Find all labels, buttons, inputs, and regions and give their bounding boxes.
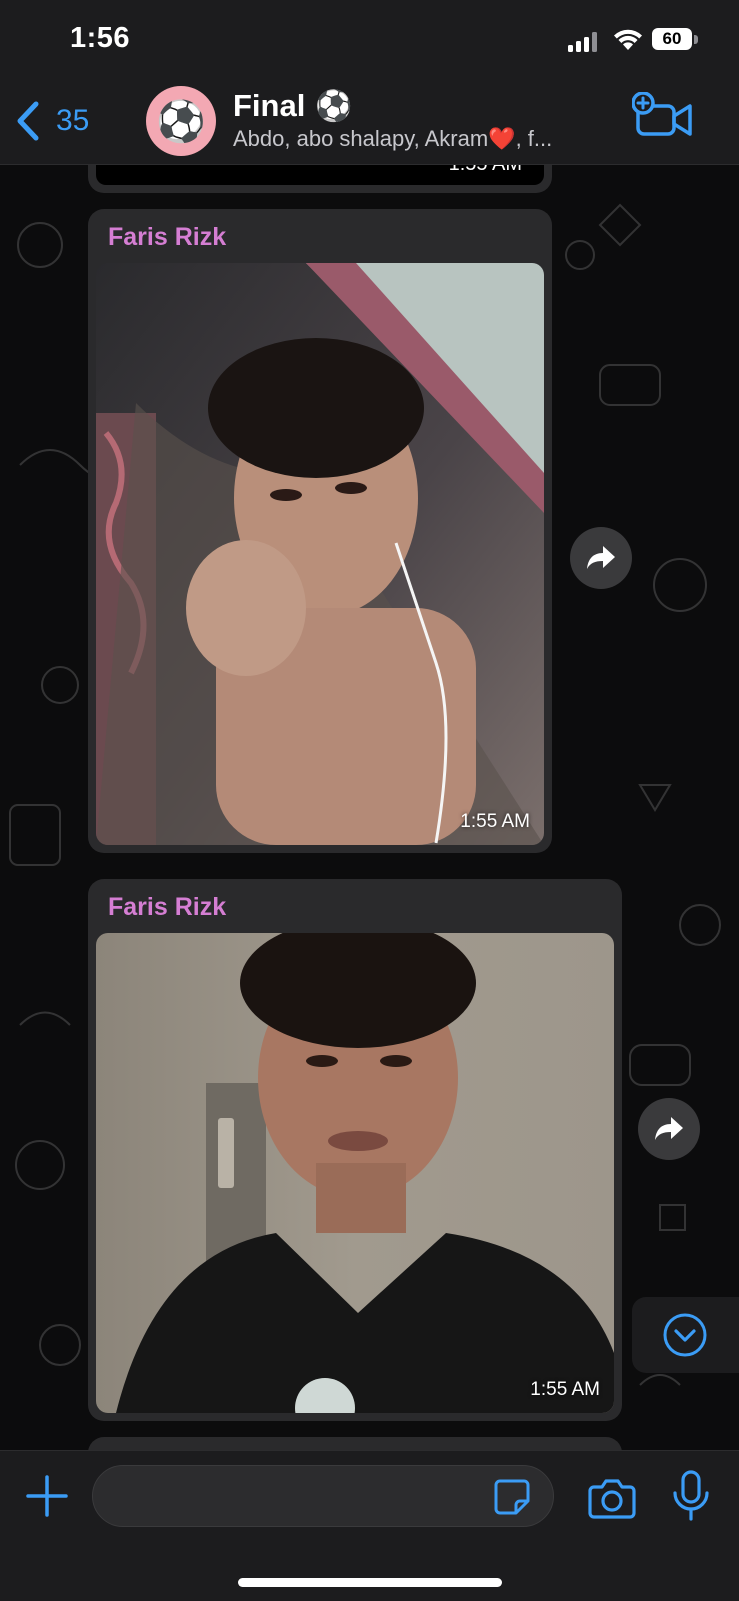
camera-icon[interactable] bbox=[588, 1475, 636, 1519]
status-bar: 1:56 60 bbox=[0, 0, 739, 78]
forward-arrow-icon bbox=[587, 546, 615, 569]
previous-photo: 1:55 AM bbox=[96, 165, 544, 185]
cellular-signal-icon bbox=[568, 32, 597, 52]
battery-level: 60 bbox=[652, 28, 692, 50]
message-bubble[interactable]: Faris Rizk 1:55 AM bbox=[88, 879, 622, 1421]
photo-image bbox=[96, 933, 614, 1413]
sender-name: Faris Rizk bbox=[108, 223, 227, 251]
forward-button[interactable] bbox=[570, 527, 632, 589]
message-time: 1:55 AM bbox=[460, 811, 530, 832]
message-time: 1:55 AM bbox=[449, 165, 522, 176]
message-bubble-next[interactable] bbox=[88, 1437, 622, 1450]
chat-title: Final bbox=[233, 88, 306, 123]
group-avatar[interactable]: ⚽ bbox=[146, 86, 216, 156]
chat-messages-area[interactable]: 1:55 AM Faris Rizk bbox=[0, 165, 739, 1450]
back-button[interactable]: 35 bbox=[14, 98, 89, 144]
scroll-to-bottom-button[interactable] bbox=[632, 1297, 739, 1373]
soccer-ball-avatar-icon: ⚽ bbox=[156, 99, 206, 144]
message-bubble[interactable]: Faris Rizk 1:55 AM bbox=[88, 209, 552, 853]
wifi-icon bbox=[614, 29, 642, 50]
battery-tip bbox=[694, 35, 698, 44]
video-call-plus-icon[interactable] bbox=[632, 92, 696, 140]
home-indicator bbox=[238, 1578, 502, 1587]
message-bubble-previous[interactable]: 1:55 AM bbox=[88, 165, 552, 193]
chat-title-row[interactable]: Final ⚽ bbox=[233, 88, 353, 124]
chat-header: 35 ⚽ Final ⚽ Abdo, abo shalapy, Akram❤️,… bbox=[0, 78, 739, 165]
composer-bar bbox=[0, 1450, 739, 1601]
sender-name: Faris Rizk bbox=[108, 893, 227, 921]
forward-button[interactable] bbox=[638, 1098, 700, 1160]
soccer-ball-title-icon: ⚽ bbox=[315, 89, 353, 123]
forward-arrow-icon bbox=[655, 1117, 683, 1140]
chat-members-subtitle[interactable]: Abdo, abo shalapy, Akram❤️, f... bbox=[233, 126, 552, 152]
battery-indicator: 60 bbox=[652, 28, 700, 52]
photo-image bbox=[96, 263, 544, 845]
status-time: 1:56 bbox=[70, 22, 131, 54]
photo-attachment[interactable]: 1:55 AM bbox=[96, 263, 544, 845]
message-input[interactable] bbox=[92, 1465, 554, 1527]
message-time: 1:55 AM bbox=[530, 1379, 600, 1400]
unread-count: 35 bbox=[56, 104, 90, 137]
photo-attachment[interactable]: 1:55 AM bbox=[96, 933, 614, 1413]
microphone-icon[interactable] bbox=[670, 1469, 712, 1523]
chevron-down-circle-icon bbox=[663, 1313, 707, 1357]
sticker-icon[interactable] bbox=[492, 1477, 532, 1517]
plus-icon[interactable] bbox=[24, 1473, 70, 1519]
chevron-left-icon bbox=[17, 101, 39, 141]
